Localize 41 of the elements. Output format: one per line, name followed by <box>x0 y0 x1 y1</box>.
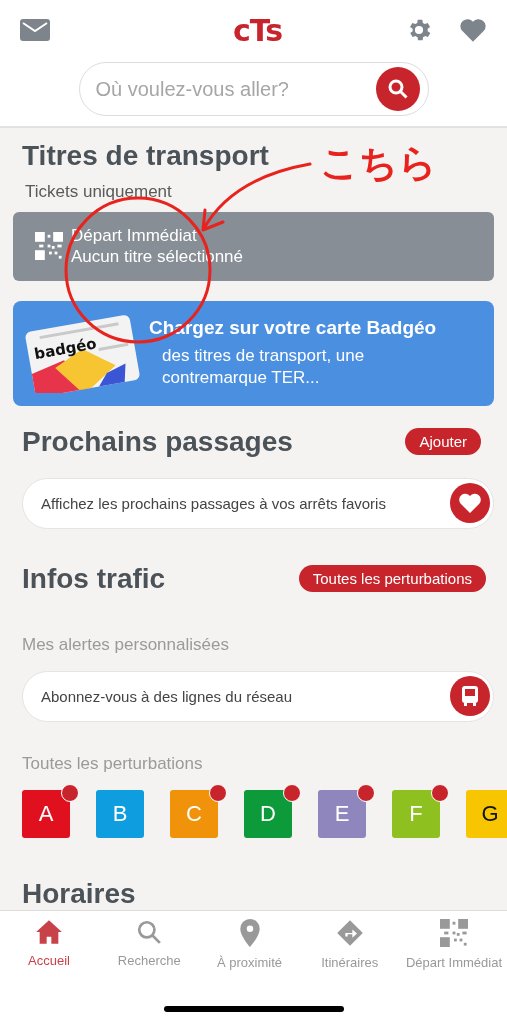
line-tile[interactable]: E <box>318 790 366 838</box>
line-tile[interactable]: F <box>392 790 440 838</box>
line-tile[interactable]: B <box>96 790 144 838</box>
nav-tab[interactable]: Recherche <box>104 919 195 970</box>
favorite-button[interactable] <box>450 483 490 524</box>
card-drawing: badgéo <box>23 313 141 394</box>
search-field[interactable]: Où voulez-vous aller? <box>93 76 358 102</box>
section-subtitle: Toutes les perturbations <box>21 754 204 774</box>
all-disruptions-button[interactable]: Toutes les perturbations <box>298 565 486 593</box>
map-pin-icon <box>238 919 261 947</box>
search-icon <box>136 919 163 945</box>
line-tile[interactable]: C <box>170 790 218 838</box>
heart-icon[interactable] <box>459 17 487 43</box>
section-subtitle: Mes alertes personnalisées <box>21 634 230 655</box>
banner-text: des titres de transport, une contremarque TER... <box>161 345 366 390</box>
favorites-field[interactable]: Affichez les prochains passages à vos arrêts favoris <box>22 477 494 529</box>
nav-tab[interactable]: Itinéraires <box>304 919 395 970</box>
nav-tab[interactable]: Départ Immédiat <box>405 919 503 970</box>
search-button[interactable] <box>375 67 420 111</box>
qr-code-icon <box>440 919 468 947</box>
line-tile[interactable]: G <box>466 790 507 838</box>
annotation-text: こちら <box>320 140 437 187</box>
subscribe-field[interactable]: Abonnez-vous à des lignes du réseau <box>22 670 494 722</box>
directions-icon <box>335 919 364 947</box>
section-title: Titres de transport <box>21 140 269 172</box>
section-title: Infos trafic <box>21 562 166 595</box>
nav-tab[interactable]: Accueil <box>4 919 94 970</box>
qr-code-icon <box>35 232 63 261</box>
bus-button[interactable] <box>450 676 490 717</box>
section-title: Horaires <box>21 878 136 910</box>
mail-icon[interactable] <box>20 19 50 41</box>
line-tile[interactable]: A <box>22 790 70 838</box>
section-subtitle: Tickets uniquement <box>24 182 173 202</box>
home-icon <box>35 919 63 945</box>
nav-tab[interactable]: À proximité <box>204 919 295 970</box>
section-title: Prochains passages <box>21 425 293 458</box>
logo: cTs <box>232 12 283 48</box>
add-button[interactable]: Ajouter <box>405 428 481 456</box>
bus-icon <box>459 685 481 708</box>
heart-icon <box>458 492 482 515</box>
line-tile[interactable]: D <box>244 790 292 838</box>
